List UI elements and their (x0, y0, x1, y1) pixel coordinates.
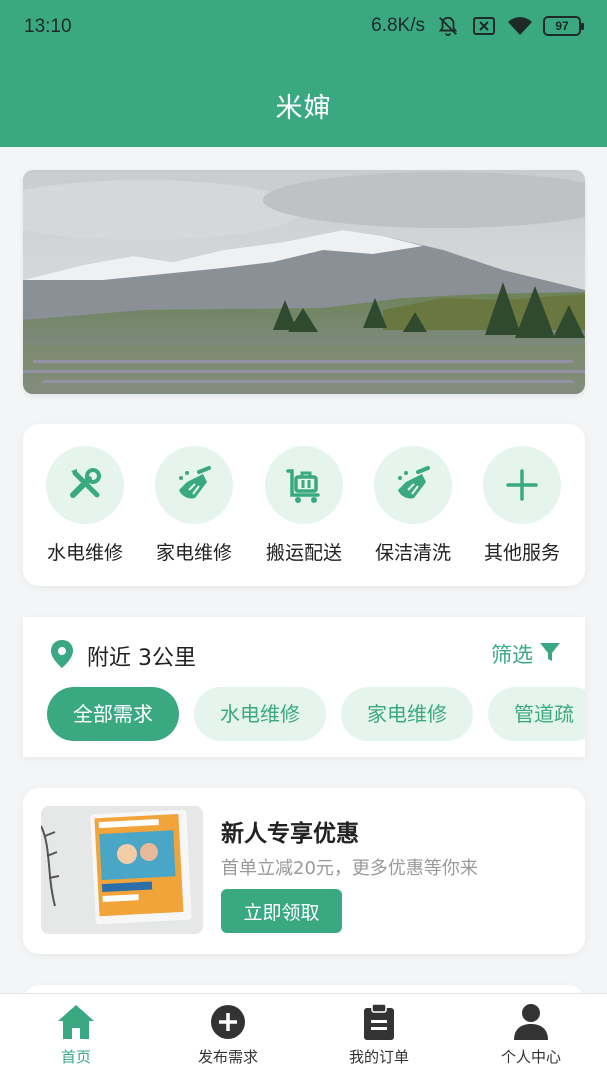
wrench-screwdriver-icon (46, 446, 124, 524)
service-item-plumbing-electric[interactable]: 水电维修 (30, 446, 140, 565)
banner-image[interactable] (23, 170, 585, 394)
home-icon (1, 1002, 151, 1042)
cleaning-broom-icon (155, 446, 233, 524)
promo-subtitle: 首单立减20元，更多优惠等你来 (221, 858, 478, 879)
tab-my-orders[interactable]: 我的订单 (304, 1002, 454, 1067)
service-label: 水电维修 (46, 542, 123, 564)
service-categories: 水电维修 家电维修 搬运配送 保洁清洗 其他服务 (23, 424, 585, 586)
filter-funnel-icon (539, 641, 561, 668)
app-header: 13:10 6.8K/s 97 米婶 (0, 0, 607, 147)
wifi-icon (507, 14, 533, 38)
mute-bell-icon (435, 14, 461, 38)
tab-profile[interactable]: 个人中心 (456, 1002, 606, 1067)
service-label: 其他服务 (483, 542, 560, 564)
service-item-appliance[interactable]: 家电维修 (139, 446, 249, 565)
tab-label: 首页 (60, 1048, 91, 1066)
status-icons: 6.8K/s 97 (371, 14, 584, 38)
location-selector[interactable]: 附近 3公里 (49, 639, 196, 673)
chip-pipe[interactable]: 管道疏 (488, 687, 585, 741)
service-item-moving[interactable]: 搬运配送 (249, 446, 359, 565)
claim-button[interactable]: 立即领取 (221, 889, 342, 933)
status-time: 13:10 (24, 16, 72, 37)
service-label: 家电维修 (155, 542, 232, 564)
service-label: 保洁清洗 (374, 542, 451, 564)
filter-button[interactable]: 筛选 (491, 639, 561, 669)
plus-icon (483, 446, 561, 524)
category-chips: 全部需求 水电维修 家电维修 管道疏 (47, 687, 585, 743)
service-item-cleaning[interactable]: 保洁清洗 (358, 446, 468, 565)
promo-image (41, 806, 203, 934)
chip-plumbing-electric[interactable]: 水电维修 (194, 687, 326, 741)
plus-circle-icon (153, 1002, 303, 1042)
page-title: 米婶 (275, 93, 332, 124)
chip-appliance[interactable]: 家电维修 (341, 687, 473, 741)
filter-label: 筛选 (491, 643, 533, 667)
tab-post-request[interactable]: 发布需求 (153, 1002, 303, 1067)
location-pin-icon (49, 639, 75, 673)
clipboard-icon (304, 1002, 454, 1042)
tab-label: 发布需求 (197, 1048, 258, 1066)
service-item-other[interactable]: 其他服务 (467, 446, 577, 565)
network-speed: 6.8K/s (371, 15, 425, 36)
nearby-section: 附近 3公里 筛选 全部需求 水电维修 家电维修 管道疏 (23, 617, 585, 757)
tab-label: 个人中心 (500, 1048, 561, 1066)
chip-all[interactable]: 全部需求 (47, 687, 179, 741)
promo-card: 新人专享优惠 首单立减20元，更多优惠等你来 立即领取 (23, 788, 585, 954)
tab-home[interactable]: 首页 (1, 1002, 151, 1067)
bottom-tab-bar: 首页 发布需求 我的订单 个人中心 (0, 993, 607, 1080)
sim-x-icon (471, 14, 497, 38)
person-icon (456, 1002, 606, 1042)
tab-label: 我的订单 (348, 1048, 409, 1066)
service-label: 搬运配送 (265, 542, 342, 564)
cleaning-broom-icon (374, 446, 452, 524)
promo-title: 新人专享优惠 (221, 821, 359, 847)
status-bar: 13:10 6.8K/s 97 (0, 0, 607, 56)
battery-icon: 97 (543, 16, 584, 36)
luggage-cart-icon (265, 446, 343, 524)
location-text: 附近 3公里 (87, 646, 196, 671)
